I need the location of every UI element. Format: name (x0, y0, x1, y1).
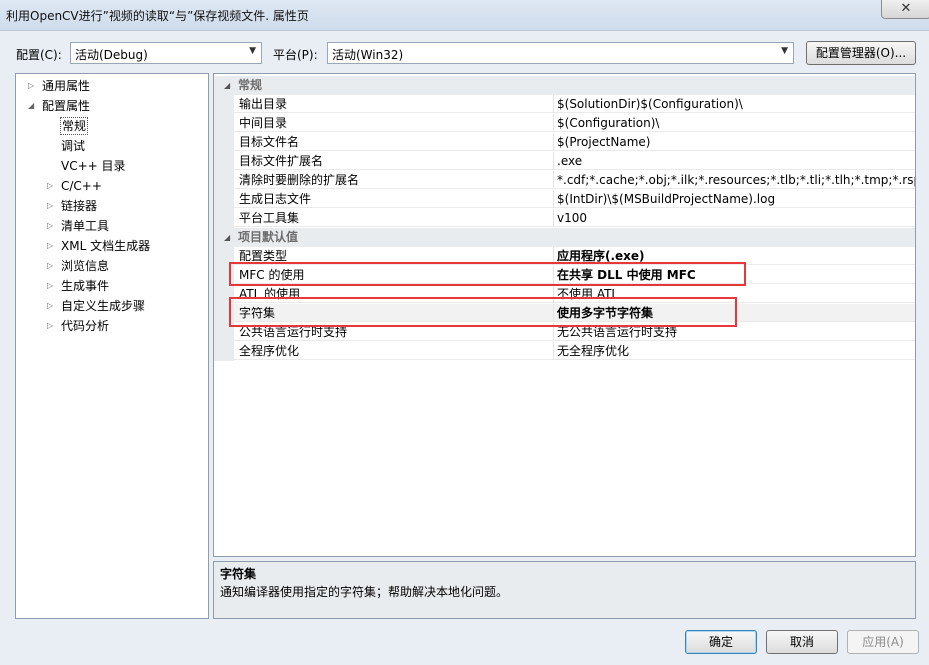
category-general[interactable]: ◢ 常规 (214, 76, 915, 95)
description-text: 通知编译器使用指定的字符集；帮助解决本地化问题。 (220, 585, 509, 599)
tree-item-label: C/C++ (61, 179, 102, 193)
collapse-arrow-icon[interactable]: ◢ (224, 76, 230, 95)
chevron-down-icon: ▼ (781, 46, 788, 56)
tree-item-label: 生成事件 (61, 279, 110, 293)
platform-label: 平台(P): (273, 48, 318, 62)
tree-item-label: XML 文档生成器 (61, 239, 151, 253)
property-value[interactable]: .exe (554, 152, 915, 170)
property-row-output-directory[interactable]: 输出目录 $(SolutionDir)$(Configuration)\ (214, 95, 915, 114)
expand-arrow-icon[interactable]: ▷ (47, 236, 59, 256)
expand-arrow-icon[interactable]: ▷ (47, 296, 59, 316)
description-panel: 字符集 通知编译器使用指定的字符集；帮助解决本地化问题。 (213, 561, 916, 619)
tree-item-label: 通用属性 (42, 79, 91, 93)
expand-arrow-icon[interactable]: ▷ (47, 196, 59, 216)
property-name: 清除时要删除的扩展名 (234, 171, 554, 189)
expand-arrow-icon[interactable]: ▷ (28, 76, 40, 96)
configuration-manager-button[interactable]: 配置管理器(O)... (806, 41, 916, 65)
config-label: 配置(C): (16, 48, 62, 62)
annotation-box-character-set (229, 297, 737, 327)
close-button[interactable]: ✕ (881, 0, 929, 19)
tree-item-label: 自定义生成步骤 (61, 299, 146, 313)
config-combo[interactable]: 活动(Debug) ▼ (70, 42, 262, 64)
collapse-arrow-icon[interactable]: ◢ (224, 228, 230, 247)
property-value[interactable]: v100 (554, 209, 915, 227)
config-combo-value: 活动(Debug) (75, 48, 148, 62)
tree-item-label: 浏览信息 (61, 259, 110, 273)
property-value[interactable]: *.cdf;*.cache;*.obj;*.ilk;*.resources;*.… (554, 171, 915, 189)
property-row-target-extension[interactable]: 目标文件扩展名 .exe (214, 152, 915, 171)
property-value[interactable]: $(SolutionDir)$(Configuration)\ (554, 95, 915, 113)
property-value[interactable]: $(Configuration)\ (554, 114, 915, 132)
close-icon: ✕ (900, 1, 912, 16)
property-row-extensions-to-delete[interactable]: 清除时要删除的扩展名 *.cdf;*.cache;*.obj;*.ilk;*.r… (214, 171, 915, 190)
property-name: 生成日志文件 (234, 190, 554, 208)
expand-arrow-icon[interactable]: ▷ (47, 316, 59, 336)
tree-item-label: 配置属性 (42, 99, 91, 113)
title-bar: 利用OpenCV进行”视频的读取“与”保存视频文件. 属性页 ✕ (0, 0, 929, 31)
ok-button[interactable]: 确定 (685, 630, 757, 654)
expand-arrow-icon[interactable]: ▷ (47, 176, 59, 196)
tree-item-label: 调试 (61, 139, 86, 153)
property-row-target-name[interactable]: 目标文件名 $(ProjectName) (214, 133, 915, 152)
property-name: 输出目录 (234, 95, 554, 113)
property-row-build-log-file[interactable]: 生成日志文件 $(IntDir)\$(MSBuildProjectName).l… (214, 190, 915, 209)
property-name: 全程序优化 (234, 342, 554, 360)
expand-arrow-icon[interactable]: ▷ (47, 256, 59, 276)
apply-button[interactable]: 应用(A) (847, 630, 919, 654)
property-name: 平台工具集 (234, 209, 554, 227)
description-title: 字符集 (220, 567, 257, 581)
expand-arrow-icon[interactable]: ▷ (47, 276, 59, 296)
property-value[interactable]: $(ProjectName) (554, 133, 915, 151)
window-title: 利用OpenCV进行”视频的读取“与”保存视频文件. 属性页 (6, 9, 309, 23)
property-name: 中间目录 (234, 114, 554, 132)
category-project-defaults[interactable]: ◢ 项目默认值 (214, 228, 915, 247)
category-label: 常规 (238, 78, 263, 92)
property-name: 目标文件扩展名 (234, 152, 554, 170)
property-row-whole-program-optimization[interactable]: 全程序优化 无全程序优化 (214, 342, 915, 361)
tree-item-label: 代码分析 (61, 319, 110, 333)
tree-item-label: 常规 (60, 117, 89, 135)
tree-item-label: VC++ 目录 (61, 159, 126, 173)
property-value[interactable]: $(IntDir)\$(MSBuildProjectName).log (554, 190, 915, 208)
property-value[interactable]: 无全程序优化 (554, 342, 915, 360)
annotation-box-mfc (229, 262, 746, 286)
property-row-platform-toolset[interactable]: 平台工具集 v100 (214, 209, 915, 228)
tree-item-label: 清单工具 (61, 219, 110, 233)
chevron-down-icon: ▼ (249, 46, 256, 56)
platform-combo-value: 活动(Win32) (332, 48, 404, 62)
tree-item-label: 链接器 (61, 199, 98, 213)
expand-arrow-icon[interactable]: ▷ (47, 216, 59, 236)
property-name: 目标文件名 (234, 133, 554, 151)
collapse-arrow-icon[interactable]: ◢ (28, 96, 40, 116)
cancel-button[interactable]: 取消 (766, 630, 838, 654)
property-tree: ▷ 通用属性 ◢ 配置属性 常规 调试 VC++ 目录 ▷ C/C++ ▷ 链接… (15, 73, 209, 619)
property-row-intermediate-directory[interactable]: 中间目录 $(Configuration)\ (214, 114, 915, 133)
platform-combo[interactable]: 活动(Win32) ▼ (327, 42, 794, 64)
category-label: 项目默认值 (238, 230, 299, 244)
